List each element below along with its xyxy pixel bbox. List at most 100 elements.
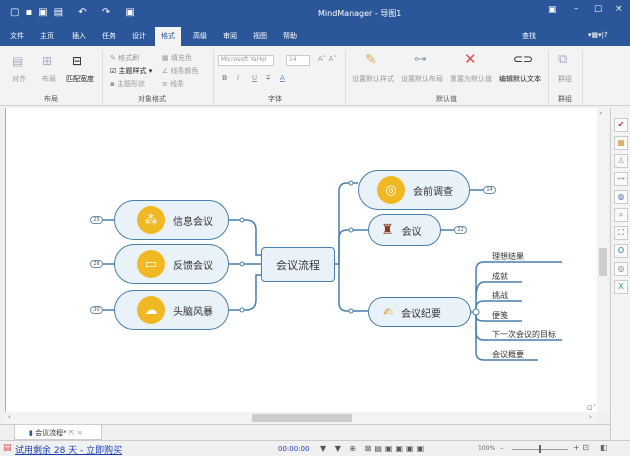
subtopic[interactable]: 成就 bbox=[492, 271, 508, 282]
font-color-button[interactable]: A bbox=[280, 74, 285, 82]
line-button[interactable]: ≡ 线条 bbox=[162, 79, 184, 89]
window-title: MindManager - 导图1 bbox=[318, 9, 402, 18]
count-badge[interactable]: 25 bbox=[90, 216, 103, 224]
fit-icon[interactable]: ⊡˅ bbox=[587, 404, 596, 412]
excel-icon[interactable]: X bbox=[614, 280, 628, 294]
side-panel: ✔ ▦ ♙ ⊶ ◍ ⌕ ⛶ O ◎ X bbox=[610, 108, 630, 440]
timer[interactable]: 00:00:00 bbox=[278, 445, 309, 453]
find-button[interactable]: 查找 bbox=[522, 31, 536, 41]
theme-style-button[interactable]: ☑ 主题样式 ▾ bbox=[110, 66, 152, 76]
set-default-style-button[interactable]: 设置默认样式 bbox=[352, 74, 394, 84]
bold-button[interactable]: B bbox=[222, 74, 227, 82]
trial-purchase-link[interactable]: 试用剩余 28 天 - 立即购买 bbox=[15, 443, 122, 456]
view-tools[interactable]: ▼ ▼ ⊕ ⊠▤▣▣▣▣ bbox=[320, 444, 427, 453]
scroll-right-icon[interactable]: › bbox=[589, 413, 592, 421]
match-width-button[interactable]: 匹配宽度 bbox=[66, 74, 94, 84]
browser-icon[interactable]: ◎ bbox=[614, 262, 628, 276]
format-painter-button[interactable]: ✎ 格式刷 bbox=[110, 53, 139, 63]
count-badge[interactable]: 30 bbox=[90, 306, 103, 314]
overview-icon[interactable]: ⛶ bbox=[614, 226, 628, 240]
document-tabs: ▮ 会议流程* ⇱ × bbox=[0, 424, 610, 440]
tab-view[interactable]: 视图 bbox=[253, 31, 267, 41]
zoom-in-button[interactable]: + ⊡ bbox=[573, 443, 589, 452]
horizontal-scroll-thumb[interactable] bbox=[252, 414, 352, 422]
search-icon[interactable]: ⌕ bbox=[614, 208, 628, 222]
vertical-scrollbar[interactable]: ˄ ⊡˅ bbox=[587, 108, 609, 412]
count-badge[interactable]: 22 bbox=[454, 226, 467, 234]
font-grow-shrink-button[interactable]: A˄ A˅ bbox=[318, 55, 337, 63]
subtopic[interactable]: 理想结果 bbox=[492, 251, 524, 262]
maximize-button[interactable]: ☐ bbox=[594, 5, 602, 15]
tab-design[interactable]: 设计 bbox=[132, 31, 146, 41]
theme-style-label: 主题样式 bbox=[118, 67, 147, 75]
central-topic[interactable]: 会议流程 bbox=[261, 247, 335, 282]
library-icon[interactable]: ◍ bbox=[614, 190, 628, 204]
calendar-icon[interactable]: ▦ bbox=[614, 136, 628, 150]
map-parts-icon[interactable]: ⊶ bbox=[614, 172, 628, 186]
restore-ribbon-button[interactable]: ▣ bbox=[548, 5, 557, 15]
fill-color-label: 填充色 bbox=[170, 54, 192, 62]
fill-color-button[interactable]: ▦ 填充色 bbox=[162, 53, 192, 63]
edit-default-text-button[interactable]: 编辑默认文本 bbox=[499, 74, 541, 84]
subtopic[interactable]: 下一次会议的目标 bbox=[492, 329, 556, 340]
group-button[interactable]: 群组 bbox=[558, 74, 572, 84]
tab-task[interactable]: 任务 bbox=[102, 31, 116, 41]
subtopic[interactable]: 挑战 bbox=[492, 290, 508, 301]
line-color-label: 线条颜色 bbox=[170, 67, 199, 75]
topic-pre-survey[interactable]: ◎ 会前调查 bbox=[358, 170, 470, 210]
outlook-icon[interactable]: O bbox=[614, 244, 628, 258]
topic-feedback-meeting[interactable]: ▭ 反馈会议 bbox=[114, 244, 229, 284]
topic-minutes[interactable]: ✍ 会议纪要 bbox=[368, 297, 471, 327]
tab-insert[interactable]: 插入 bbox=[72, 31, 86, 41]
tab-help[interactable]: 帮助 bbox=[283, 31, 297, 41]
scroll-left-icon[interactable]: ‹ bbox=[8, 413, 11, 421]
person-icon[interactable]: ♙ bbox=[614, 154, 628, 168]
layout-button[interactable]: 布局 bbox=[42, 74, 56, 84]
set-default-layout-button[interactable]: 设置默认布局 bbox=[401, 74, 443, 84]
ribbon-tabs: 文件 主页 插入 任务 设计 格式 高级 审阅 视图 帮助 查找 ▾▦▾|? bbox=[0, 27, 630, 46]
map-canvas[interactable]: 会议流程 ⁂ 信息会议 ▭ 反馈会议 ☁ 头脑风暴 25 26 30 ◎ 会前调查 ♜ 会… bbox=[5, 108, 597, 412]
scroll-up-icon[interactable]: ˄ bbox=[599, 112, 603, 120]
task-icon[interactable]: ✔ bbox=[614, 118, 628, 132]
reset-default-button[interactable]: 重置为默认值 bbox=[450, 74, 492, 84]
doc-tab[interactable]: ▮ 会议流程* ⇱ × bbox=[14, 425, 102, 440]
italic-button[interactable]: I bbox=[237, 74, 239, 82]
count-badge[interactable]: 26 bbox=[90, 260, 103, 268]
layout-icon: ⊞ bbox=[42, 54, 53, 68]
tab-file[interactable]: 文件 bbox=[10, 31, 24, 41]
strikethrough-button[interactable]: T bbox=[266, 74, 270, 82]
theme-shape-label: 主题形状 bbox=[116, 80, 145, 88]
tab-review[interactable]: 审阅 bbox=[223, 31, 237, 41]
group-label-font: 字体 bbox=[268, 95, 282, 103]
zoom-slider-handle[interactable] bbox=[539, 445, 541, 453]
count-badge[interactable]: 14 bbox=[483, 186, 496, 194]
tab-home[interactable]: 主页 bbox=[40, 31, 54, 41]
close-tab-icon[interactable]: ⇱ × bbox=[69, 429, 83, 437]
vertical-scroll-thumb[interactable] bbox=[599, 248, 607, 276]
theme-shape-button[interactable]: ▪ 主题形状 bbox=[110, 79, 145, 89]
topic-brainstorm[interactable]: ☁ 头脑风暴 bbox=[114, 290, 229, 330]
options-icon[interactable]: ▾▦▾|? bbox=[588, 31, 608, 39]
group-label-grouping: 群组 bbox=[558, 95, 572, 103]
panel-toggle-icon[interactable]: ◧ bbox=[600, 443, 608, 452]
format-painter-label: 格式刷 bbox=[118, 54, 140, 62]
tab-advanced[interactable]: 高级 bbox=[193, 31, 207, 41]
topic-info-meeting[interactable]: ⁂ 信息会议 bbox=[114, 200, 229, 240]
underline-button[interactable]: U bbox=[252, 74, 257, 82]
group-label-layout: 布局 bbox=[44, 95, 58, 103]
zoom-level: 100% bbox=[478, 445, 496, 452]
tab-format[interactable]: 格式 bbox=[155, 27, 181, 46]
horizontal-scrollbar[interactable]: ‹ › bbox=[5, 412, 597, 424]
minimize-button[interactable]: – bbox=[574, 4, 579, 14]
subtopic[interactable]: 会议概要 bbox=[492, 349, 524, 360]
topic-meeting[interactable]: ♜ 会议 bbox=[368, 214, 441, 246]
subtopic[interactable]: 便笺 bbox=[492, 310, 508, 321]
note-pen-icon: ✍ bbox=[383, 305, 394, 319]
align-button[interactable]: 对齐 bbox=[12, 74, 26, 84]
font-size-field[interactable]: 14 bbox=[286, 55, 310, 66]
quick-access-toolbar[interactable]: ▢▪▣▤ ↶ ↷ ▣ bbox=[10, 7, 141, 18]
zoom-out-button[interactable]: – bbox=[500, 444, 504, 452]
close-button[interactable]: × bbox=[615, 4, 623, 14]
line-color-button[interactable]: ∠ 线条颜色 bbox=[162, 66, 199, 76]
font-name-field[interactable]: Microsoft YaHei bbox=[218, 55, 274, 66]
